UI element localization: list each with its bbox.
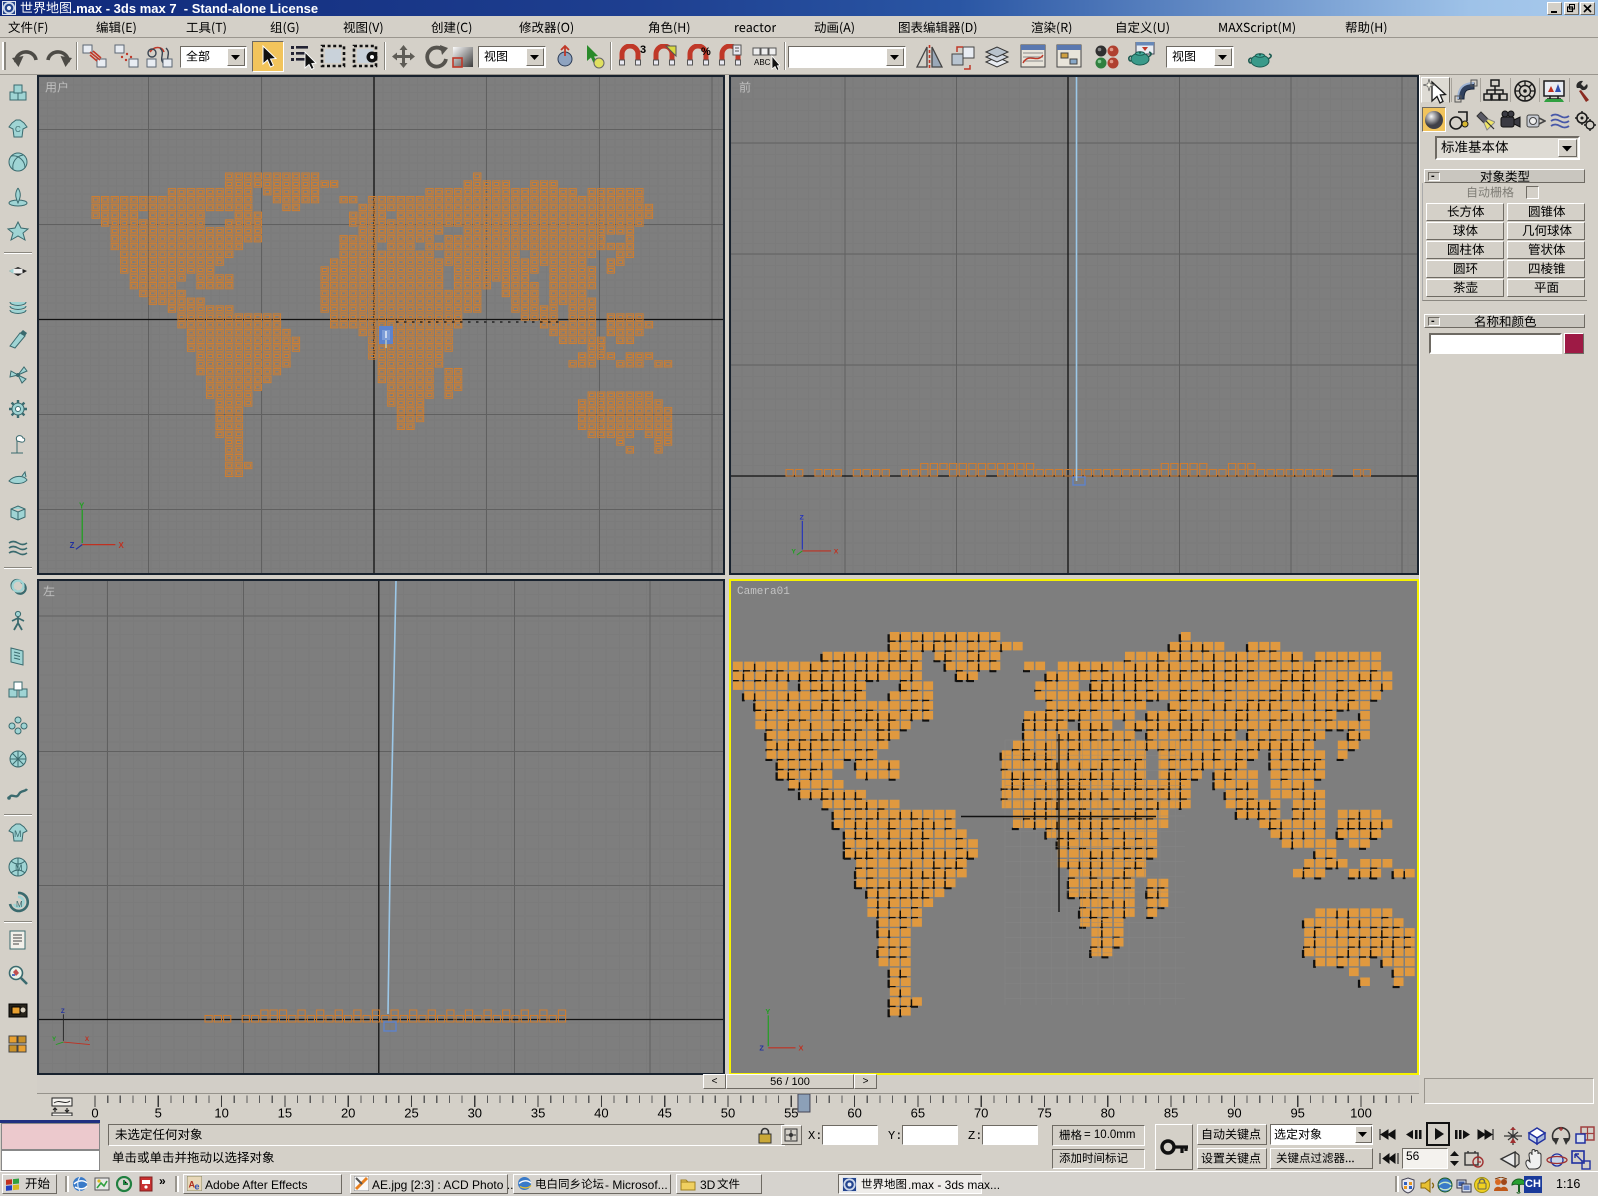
svg-text:e: e xyxy=(195,1182,200,1192)
svg-text:65: 65 xyxy=(911,1106,925,1121)
svg-text:Y: Y xyxy=(52,1036,57,1043)
svg-text:Z: Z xyxy=(61,1008,65,1015)
svg-text:35: 35 xyxy=(531,1106,545,1121)
svg-text:X: X xyxy=(798,1044,803,1053)
svg-text:75: 75 xyxy=(1037,1106,1051,1121)
svg-text:Z: Z xyxy=(800,514,804,521)
svg-text:Z: Z xyxy=(759,1044,764,1053)
svg-text:100: 100 xyxy=(1350,1106,1372,1121)
svg-text:3: 3 xyxy=(640,44,646,56)
svg-text:80: 80 xyxy=(1101,1106,1115,1121)
svg-text:20: 20 xyxy=(341,1106,355,1121)
svg-text:M: M xyxy=(14,829,22,839)
svg-text:%: % xyxy=(701,46,711,58)
svg-text:15: 15 xyxy=(278,1106,292,1121)
svg-text:85: 85 xyxy=(1164,1106,1178,1121)
svg-text:5: 5 xyxy=(155,1106,162,1121)
svg-text:C: C xyxy=(15,125,21,134)
svg-text:70: 70 xyxy=(974,1106,988,1121)
svg-text:30: 30 xyxy=(468,1106,482,1121)
svg-text:90: 90 xyxy=(1227,1106,1241,1121)
svg-text:ABC: ABC xyxy=(754,58,771,67)
svg-text:Y: Y xyxy=(791,549,796,556)
svg-text:M: M xyxy=(15,863,23,873)
svg-text:X: X xyxy=(85,1036,90,1043)
svg-text:Z: Z xyxy=(70,541,75,550)
svg-text:Y: Y xyxy=(765,1008,770,1016)
svg-text:10: 10 xyxy=(214,1106,228,1121)
svg-text:60: 60 xyxy=(847,1106,861,1121)
svg-text:50: 50 xyxy=(721,1106,735,1121)
svg-text:0: 0 xyxy=(91,1106,98,1121)
svg-text:55: 55 xyxy=(784,1106,798,1121)
svg-text:M: M xyxy=(16,900,23,909)
svg-text:40: 40 xyxy=(594,1106,608,1121)
svg-text:X: X xyxy=(119,541,125,550)
svg-text:95: 95 xyxy=(1290,1106,1304,1121)
svg-text:25: 25 xyxy=(404,1106,418,1121)
svg-text:Y: Y xyxy=(79,502,85,510)
svg-text:X: X xyxy=(834,549,839,556)
svg-text:45: 45 xyxy=(657,1106,671,1121)
